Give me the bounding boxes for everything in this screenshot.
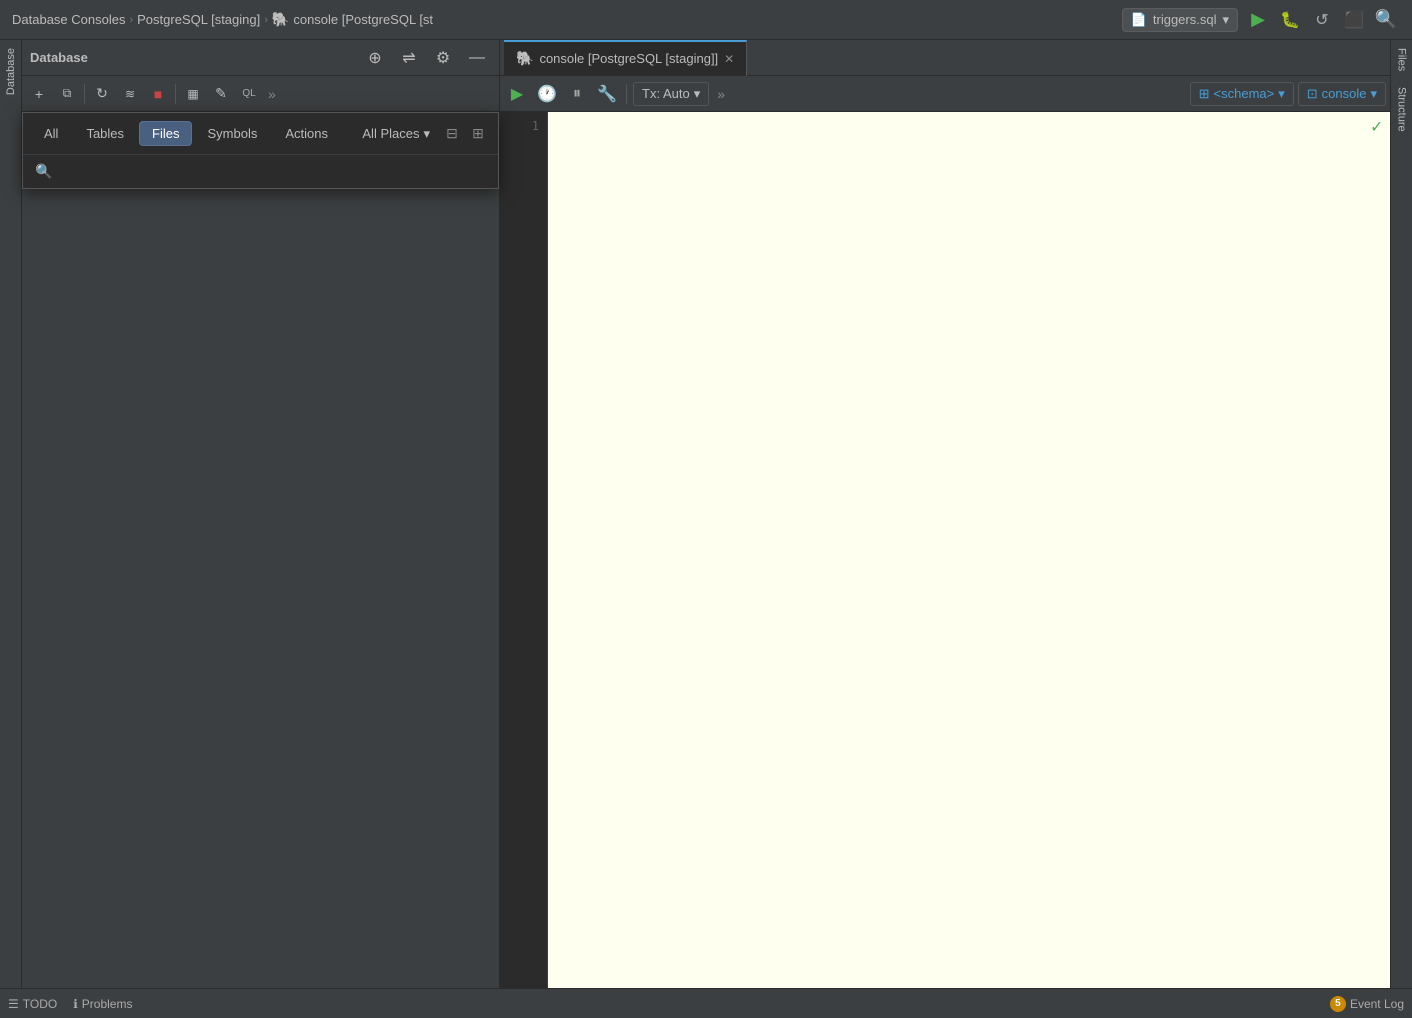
main-layout: Database Database ⊕ ⇌ ⚙ — + ⧉ ↻ ≋ ■ ▦ ✎ … — [0, 40, 1412, 1018]
db-settings-button[interactable]: ⚙ — [429, 44, 457, 72]
console-select-label: console — [1322, 86, 1367, 101]
tab-postgres-icon: 🐘 — [516, 50, 533, 67]
file-dropdown[interactable]: 📄 triggers.sql ▾ — [1122, 8, 1238, 32]
problems-item[interactable]: ℹ Problems — [73, 997, 132, 1011]
filter-icon[interactable]: ⊟ — [440, 122, 464, 146]
event-log-label: Event Log — [1350, 997, 1404, 1011]
db-tree: › 🍃 MongoDB 3 › ⚡ MySQL [production] 1 o… — [22, 112, 499, 1018]
run-button[interactable]: ▶ — [1244, 6, 1272, 34]
db-filter-button[interactable]: ⇌ — [395, 44, 423, 72]
console-toolbar: ▶ 🕐 ⏸ 🔧 Tx: Auto ▾ » ⊞ <schema> ▾ ⊡ cons… — [500, 76, 1390, 112]
line-numbers: 1 — [500, 112, 548, 1018]
db-ql-button[interactable]: QL — [236, 81, 262, 107]
info-icon: ℹ — [73, 997, 78, 1011]
db-add-connection-button[interactable]: ⊕ — [361, 44, 389, 72]
db-new-button[interactable]: + — [26, 81, 52, 107]
database-panel: Database ⊕ ⇌ ⚙ — + ⧉ ↻ ≋ ■ ▦ ✎ QL » › 🍃 … — [22, 40, 500, 1018]
console-tab-bar: 🐘 console [PostgreSQL [staging]] ✕ — [500, 40, 1390, 76]
db-panel-header: Database ⊕ ⇌ ⚙ — — [22, 40, 499, 76]
toolbar-separator-2 — [175, 84, 176, 104]
event-log-item[interactable]: 5 Event Log — [1330, 996, 1404, 1012]
tx-chevron-icon: ▾ — [694, 86, 701, 102]
schema-chevron-icon: ▾ — [1278, 86, 1285, 102]
check-mark-icon: ✓ — [1371, 116, 1382, 137]
left-sidebar-strip: Database — [0, 40, 22, 1018]
breadcrumb-part2: PostgreSQL [staging] — [137, 12, 260, 27]
chevron-down-icon: ▾ — [1222, 12, 1229, 28]
db-refresh-button[interactable]: ↻ — [89, 81, 115, 107]
structure-sidebar-label[interactable]: Structure — [1396, 79, 1408, 140]
breadcrumb-sep1: › — [129, 14, 133, 26]
console-tab-close-button[interactable]: ✕ — [724, 52, 734, 66]
files-sidebar-label[interactable]: Files — [1396, 40, 1408, 79]
toolbar-separator-1 — [84, 84, 85, 104]
tx-label: Tx: Auto — [642, 86, 690, 101]
db-panel-title: Database — [30, 50, 355, 65]
search-input-icon: 🔍 — [35, 163, 52, 180]
event-log-badge: 5 — [1330, 996, 1346, 1012]
console-select-chevron-icon: ▾ — [1370, 86, 1377, 102]
schema-icon: ⊞ — [1199, 86, 1210, 102]
console-editor: 1 ✓ — [500, 112, 1390, 1018]
stop-top-button[interactable]: ⬛ — [1340, 6, 1368, 34]
console-select[interactable]: ⊡ console ▾ — [1298, 82, 1386, 106]
chevron-places-icon: ▾ — [423, 126, 430, 142]
db-stop-button[interactable]: ■ — [145, 81, 171, 107]
db-edit-button[interactable]: ✎ — [208, 81, 234, 107]
search-places-label: All Places — [362, 126, 419, 141]
console-icon: ⊡ — [1307, 86, 1318, 102]
schema-select[interactable]: ⊞ <schema> ▾ — [1190, 82, 1294, 106]
db-more-button[interactable]: » — [264, 86, 280, 102]
file-dropdown-label: triggers.sql — [1153, 12, 1217, 27]
breadcrumb-part1: Database Consoles — [12, 12, 125, 27]
schema-label: <schema> — [1214, 86, 1275, 101]
db-schema-button[interactable]: ≋ — [117, 81, 143, 107]
layout-icon[interactable]: ⊞ — [466, 122, 490, 146]
reload-button[interactable]: ↺ — [1308, 6, 1336, 34]
search-top-button[interactable]: 🔍 — [1372, 6, 1400, 34]
debug-button[interactable]: 🐛 — [1276, 6, 1304, 34]
db-minimize-button[interactable]: — — [463, 44, 491, 72]
search-tab-all[interactable]: All — [31, 121, 71, 146]
top-bar: Database Consoles › PostgreSQL [staging]… — [0, 0, 1412, 40]
search-places-dropdown[interactable]: All Places ▾ — [354, 122, 438, 146]
console-tab[interactable]: 🐘 console [PostgreSQL [staging]] ✕ — [504, 40, 747, 76]
todo-label: TODO — [23, 997, 57, 1011]
search-tabs: All Tables Files Symbols Actions All Pla… — [23, 113, 498, 155]
search-popup: All Tables Files Symbols Actions All Pla… — [22, 112, 499, 189]
console-more-button[interactable]: » — [713, 86, 729, 102]
search-tab-symbols[interactable]: Symbols — [194, 121, 270, 146]
todo-item[interactable]: ☰ TODO — [8, 997, 57, 1011]
list-icon: ☰ — [8, 997, 19, 1011]
db-copy-ddl-button[interactable]: ⧉ — [54, 81, 80, 107]
file-icon: 📄 — [1131, 12, 1147, 28]
top-bar-actions: ▶ 🐛 ↺ ⬛ 🔍 — [1244, 6, 1400, 34]
editor-content[interactable]: ✓ — [548, 112, 1390, 1018]
line-number-1: 1 — [500, 116, 547, 136]
right-sidebar-strip: Files Structure — [1390, 40, 1412, 1018]
db-panel-toolbar: + ⧉ ↻ ≋ ■ ▦ ✎ QL » — [22, 76, 499, 112]
breadcrumb-sep2: › — [264, 14, 268, 26]
db-table-button[interactable]: ▦ — [180, 81, 206, 107]
search-tab-tables[interactable]: Tables — [73, 121, 137, 146]
search-tab-files[interactable]: Files — [139, 121, 192, 146]
search-input[interactable] — [60, 164, 486, 179]
console-area: 🐘 console [PostgreSQL [staging]] ✕ ▶ 🕐 ⏸… — [500, 40, 1390, 1018]
search-input-row: 🔍 — [23, 155, 498, 188]
format-button[interactable]: 🔧 — [594, 81, 620, 107]
run-query-button[interactable]: ▶ — [504, 81, 530, 107]
tx-select[interactable]: Tx: Auto ▾ — [633, 82, 709, 106]
postgres-breadcrumb-icon: 🐘 — [272, 11, 289, 28]
ct-separator-1 — [626, 84, 627, 104]
pause-button[interactable]: ⏸ — [564, 81, 590, 107]
database-sidebar-label[interactable]: Database — [5, 40, 17, 103]
breadcrumb: Database Consoles › PostgreSQL [staging]… — [12, 11, 1116, 28]
console-tab-label: console [PostgreSQL [staging]] — [539, 51, 718, 66]
history-button[interactable]: 🕐 — [534, 81, 560, 107]
breadcrumb-part3: console [PostgreSQL [st — [293, 12, 433, 27]
search-tab-actions[interactable]: Actions — [272, 121, 341, 146]
bottom-bar: ☰ TODO ℹ Problems 5 Event Log — [0, 988, 1412, 1018]
problems-label: Problems — [82, 997, 133, 1011]
